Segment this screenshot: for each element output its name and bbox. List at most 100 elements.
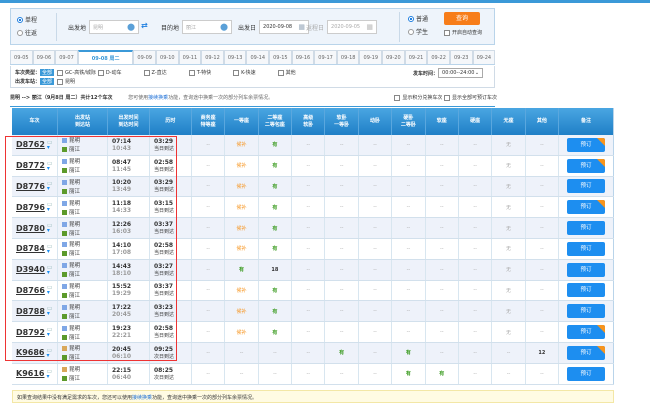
train-info-icon[interactable]: ▭ ▾ (46, 347, 52, 358)
train-info-icon[interactable]: ▭ ▾ (47, 223, 53, 234)
train-info-icon[interactable]: ▭ ▾ (47, 327, 53, 338)
tab-date[interactable]: 09-23 (449, 50, 473, 64)
seat-availability[interactable]: 候补 (236, 141, 246, 148)
auto-query-checkbox[interactable]: 开启自动查询 (444, 29, 482, 36)
tab-date[interactable]: 09-21 (404, 50, 428, 64)
book-button[interactable]: 预订 (567, 241, 606, 256)
train-number-link[interactable]: D8796 (16, 203, 45, 212)
train-number-link[interactable]: D8766 (16, 286, 45, 295)
train-info-icon[interactable]: ▭ ▾ (46, 368, 52, 379)
column-header[interactable]: 其他 (526, 108, 560, 135)
radio-normal[interactable]: 普通 (408, 14, 428, 23)
tab-date[interactable]: 09-17 (314, 50, 337, 64)
train-info-icon[interactable]: ▭ ▾ (47, 243, 53, 254)
tab-date[interactable]: 09-06 (32, 50, 56, 64)
points-checkbox[interactable]: 显示积分兑换车次 (394, 94, 442, 101)
book-button[interactable]: 预订 (567, 262, 606, 277)
tab-date[interactable]: 09-15 (269, 50, 292, 64)
tab-date[interactable]: 09-14 (246, 50, 270, 64)
train-info-icon[interactable]: ▭ ▾ (47, 181, 53, 192)
column-header[interactable]: 出发时间 到达时间 (108, 108, 150, 135)
train-number-link[interactable]: D8792 (16, 328, 45, 337)
station-checkbox[interactable]: 昆明 (57, 78, 75, 85)
time-select[interactable]: 00:00--24:00 ⌄ (438, 68, 484, 78)
book-button[interactable]: 预订 (567, 200, 606, 215)
tab-date[interactable]: 09-12 (201, 50, 224, 64)
train-info-icon[interactable]: ▭ ▾ (47, 160, 53, 171)
book-button[interactable]: 预订 (567, 283, 606, 298)
book-button[interactable]: 预订 (567, 366, 606, 381)
column-header[interactable]: 历时 (150, 108, 192, 135)
train-number-link[interactable]: D8788 (16, 307, 45, 316)
swap-icon[interactable]: ⇄ (141, 21, 148, 30)
transfer-link[interactable]: 接续换乘 (132, 395, 152, 401)
tab-date[interactable]: 09-24 (472, 50, 496, 64)
tab-date[interactable]: 09-08 周二 (77, 50, 134, 64)
seat-availability[interactable]: 候补 (236, 204, 246, 211)
book-button[interactable]: 预订 (567, 179, 606, 194)
tab-date[interactable]: 09-13 (223, 50, 247, 64)
tab-date[interactable]: 09-05 (10, 50, 33, 64)
seat-availability[interactable]: 候补 (236, 162, 246, 169)
radio-one-way[interactable]: 单程 (17, 15, 37, 24)
train-info-icon[interactable]: ▭ ▾ (47, 202, 53, 213)
type-checkbox[interactable]: Z-直达 (143, 69, 167, 76)
column-header[interactable]: 软座 (426, 108, 459, 135)
column-header[interactable]: 一等座 (225, 108, 259, 135)
seat-availability[interactable]: 候补 (236, 308, 246, 315)
column-header[interactable]: 动卧 (359, 108, 393, 135)
train-number-link[interactable]: D8762 (16, 140, 45, 149)
column-header[interactable]: 无座 (492, 108, 526, 135)
column-header[interactable]: 软卧 一等卧 (325, 108, 359, 135)
seat-availability[interactable]: 候补 (236, 225, 246, 232)
book-button[interactable]: 预订 (567, 137, 606, 152)
to-input[interactable]: 丽江 ⬤ (182, 20, 233, 34)
tab-date[interactable]: 09-11 (178, 50, 202, 64)
column-header[interactable]: 高级 软卧 (292, 108, 326, 135)
type-checkbox[interactable]: 其他 (277, 69, 296, 76)
column-header[interactable]: 二等座 二等包座 (259, 108, 293, 135)
type-checkbox[interactable]: GC-高铁/城际 (57, 69, 96, 76)
train-number-link[interactable]: D8780 (16, 224, 45, 233)
book-button[interactable]: 预订 (567, 158, 606, 173)
depart-date-input[interactable]: 2020-09-08 ▦ (259, 20, 310, 34)
train-number-link[interactable]: D8776 (16, 182, 45, 191)
train-number-link[interactable]: K9616 (16, 369, 44, 378)
tab-date[interactable]: 09-10 (156, 50, 179, 64)
column-header[interactable]: 硬座 (459, 108, 493, 135)
tab-date[interactable]: 09-07 (55, 50, 78, 64)
book-button[interactable]: 预订 (567, 345, 606, 360)
tab-date[interactable]: 09-22 (427, 50, 450, 64)
train-info-icon[interactable]: ▭ ▾ (47, 285, 53, 296)
column-header[interactable]: 商务座 特等座 (192, 108, 226, 135)
train-number-link[interactable]: D8772 (16, 161, 45, 170)
tab-date[interactable]: 09-19 (359, 50, 383, 64)
seat-availability[interactable]: 候补 (236, 329, 246, 336)
column-header[interactable]: 出发站 到达站 (58, 108, 108, 135)
type-all-button[interactable]: 全部 (40, 69, 55, 76)
radio-round-trip[interactable]: 往返 (17, 28, 37, 37)
train-number-link[interactable]: D3940 (16, 265, 45, 274)
transfer-link[interactable]: 接续换乘 (148, 95, 168, 101)
tab-date[interactable]: 09-09 (133, 50, 156, 64)
train-number-link[interactable]: D8784 (16, 244, 45, 253)
train-info-icon[interactable]: ▭ ▾ (47, 139, 53, 150)
all-bookable-checkbox[interactable]: 显示全部可预订车次 (443, 94, 497, 101)
book-button[interactable]: 预订 (567, 325, 606, 340)
column-header[interactable]: 车次 (12, 108, 58, 135)
station-all-button[interactable]: 全部 (40, 78, 55, 85)
type-checkbox[interactable]: T-特快 (188, 69, 211, 76)
seat-availability[interactable]: 候补 (236, 245, 246, 252)
tab-date[interactable]: 09-16 (291, 50, 315, 64)
column-header[interactable]: 备注 (559, 108, 615, 135)
book-button[interactable]: 预订 (567, 304, 606, 319)
radio-student[interactable]: 学生 (408, 27, 428, 36)
seat-availability[interactable]: 候补 (236, 287, 246, 294)
query-button[interactable]: 查询 (444, 12, 480, 25)
tab-date[interactable]: 09-20 (382, 50, 405, 64)
tab-date[interactable]: 09-18 (336, 50, 360, 64)
type-checkbox[interactable]: K-快速 (233, 69, 256, 76)
return-date-input[interactable]: 2020-09-05 ▦ (327, 20, 378, 34)
from-input[interactable]: 昆明 ⬤ (89, 20, 140, 34)
seat-availability[interactable]: 候补 (236, 183, 246, 190)
